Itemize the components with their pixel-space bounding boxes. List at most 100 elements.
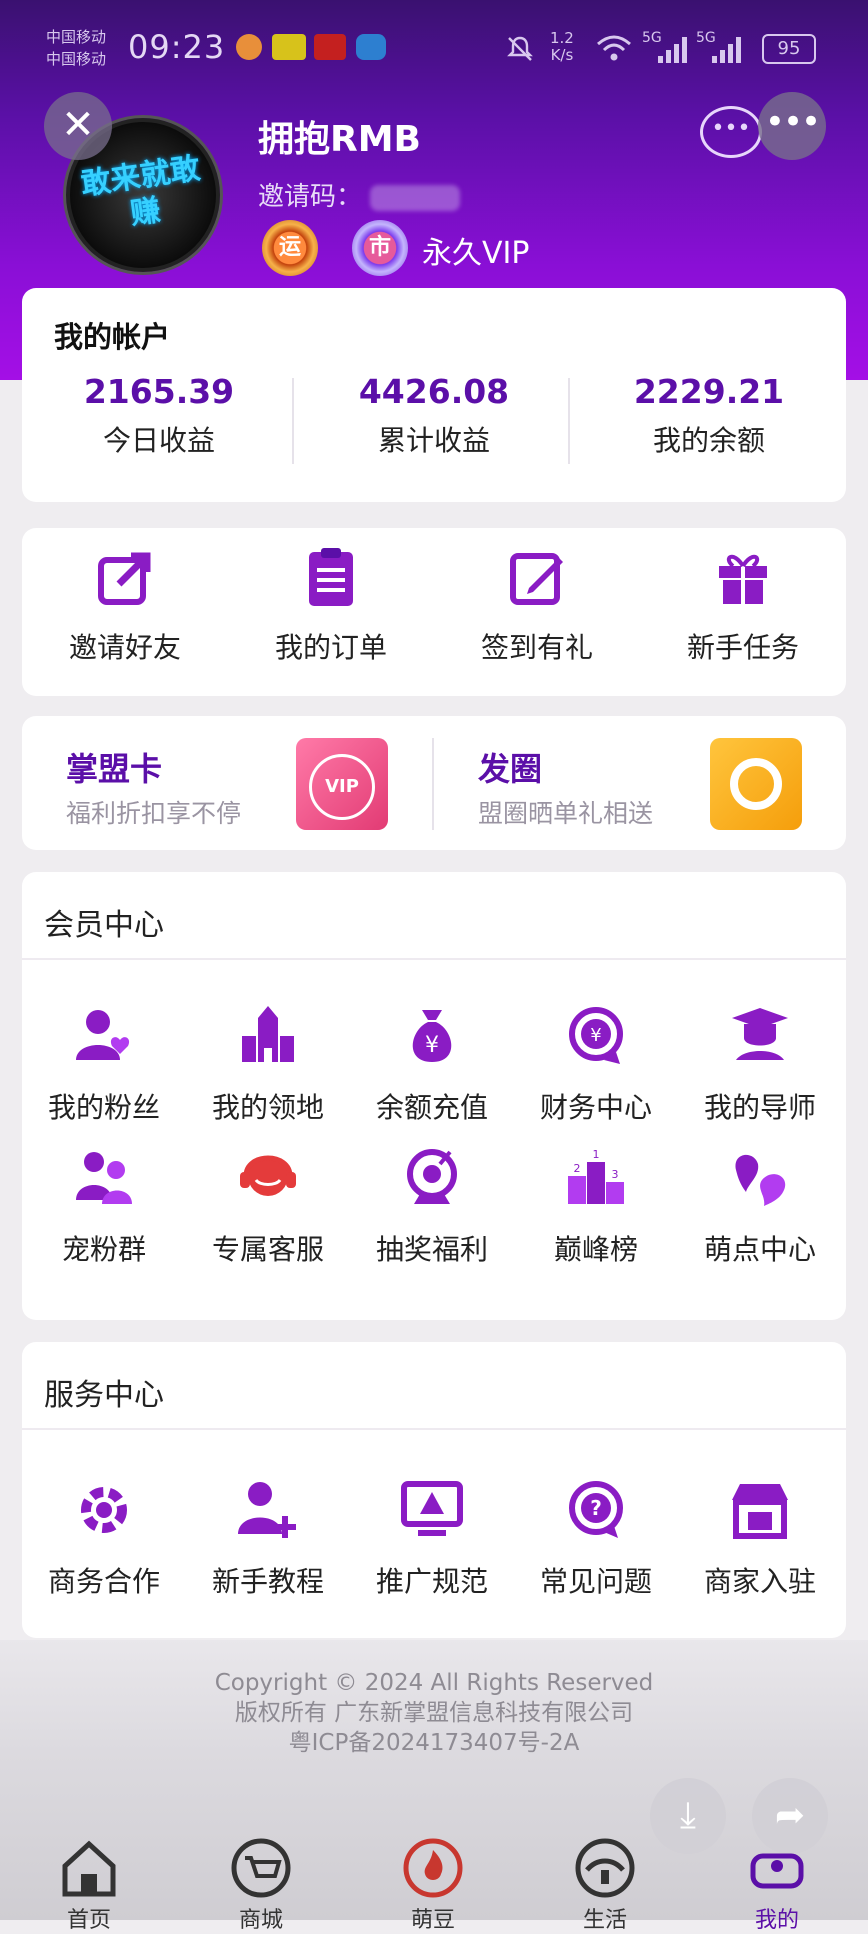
stat-label: 我的余额: [652, 424, 765, 457]
account-card: 我的帐户 2165.39 今日收益 4426.08 累计收益 2229.21 我…: [22, 288, 846, 502]
my-mentor-button[interactable]: 我的导师: [678, 1004, 842, 1126]
app-notification-icon-2: [314, 34, 346, 60]
divider: [432, 738, 434, 830]
customer-service-icon: [240, 1155, 296, 1196]
castle-icon: [242, 1006, 294, 1062]
grid-item-label: 财务中心: [539, 1091, 652, 1124]
faq-button[interactable]: ? 常见问题: [514, 1478, 678, 1600]
finance-icon: ¥: [569, 1007, 623, 1064]
stat-total-earnings[interactable]: 4426.08 累计收益: [297, 372, 571, 459]
warning-monitor-icon: [401, 1481, 463, 1536]
grid-item-label: 我的领地: [211, 1091, 324, 1124]
fans-icon: [76, 1010, 130, 1060]
carrier-2: 中国移动: [46, 50, 107, 68]
tab-profile[interactable]: 我的: [722, 1836, 832, 1934]
copyright-text: Copyright © 2024 All Rights Reserved: [214, 1670, 654, 1696]
divider: [22, 958, 846, 960]
account-title: 我的帐户: [54, 320, 171, 354]
vip-badge-text: VIP: [309, 754, 375, 820]
leaderboard-button[interactable]: 1 2 3 巅峰榜: [514, 1146, 678, 1268]
grid-item-label: 我的导师: [703, 1091, 816, 1124]
stat-label: 今日收益: [102, 424, 215, 457]
beginner-tutorial-button[interactable]: 新手教程: [186, 1478, 350, 1600]
grid-item-label: 萌点中心: [703, 1233, 816, 1266]
promo-subtitle: 盟圈晒单礼相送: [478, 799, 654, 828]
ranking-icon: 1 2 3: [568, 1148, 624, 1204]
app-notification-icon: [272, 34, 306, 60]
service-center-card: 服务中心 商务合作 新手教程 推广规范 ? 常见问题 商家入驻: [22, 1342, 846, 1638]
copyright-block: Copyright © 2024 All Rights Reserved 版权所…: [0, 1668, 868, 1758]
username: 拥抱RMB: [258, 119, 421, 160]
merchant-join-button[interactable]: 商家入驻: [678, 1478, 842, 1600]
finance-center-button[interactable]: ¥ 财务中心: [514, 1004, 678, 1126]
level-badge-1: 运: [262, 220, 318, 276]
section-title: 服务中心: [44, 1378, 164, 1413]
tab-beans[interactable]: 萌豆: [378, 1836, 488, 1934]
points-center-button[interactable]: 萌点中心: [678, 1146, 842, 1268]
promo-subtitle: 福利折扣享不停: [66, 799, 242, 828]
stat-balance[interactable]: 2229.21 我的余额: [572, 372, 846, 459]
fan-group-button[interactable]: 宠粉群: [22, 1146, 186, 1268]
customer-service-button[interactable]: 专属客服: [186, 1146, 350, 1268]
grid-item-label: 专属客服: [211, 1233, 324, 1266]
svg-text:3: 3: [612, 1168, 619, 1181]
cart-icon: [231, 1838, 291, 1898]
tab-mall[interactable]: 商城: [206, 1836, 316, 1934]
divider: [568, 378, 570, 464]
grid-item-label: 巅峰榜: [553, 1233, 638, 1266]
balance-recharge-button[interactable]: ¥ 余额充值: [350, 1004, 514, 1126]
tab-label: 首页: [66, 1908, 111, 1933]
svg-text:1: 1: [593, 1148, 600, 1161]
icp-text: 粤ICP备2024173407号-2A: [288, 1730, 580, 1756]
lottery-button[interactable]: 抽奖福利: [350, 1146, 514, 1268]
add-user-icon: [238, 1482, 296, 1538]
net-speed-value: 1.2: [550, 29, 574, 47]
svg-text:¥: ¥: [425, 1033, 439, 1058]
wifi-icon: [597, 35, 631, 61]
flame-icon: [403, 1838, 463, 1898]
grid-item-label: 抽奖福利: [375, 1233, 488, 1266]
mentor-icon: [732, 1008, 788, 1060]
profile-icon: [750, 1853, 804, 1889]
money-bag-icon: ¥: [412, 1010, 452, 1062]
tab-life[interactable]: 生活: [550, 1836, 660, 1934]
quick-action-label: 签到有礼: [480, 631, 593, 664]
stat-label: 累计收益: [377, 424, 490, 457]
more-options-button[interactable]: •••: [758, 92, 826, 160]
my-territory-button[interactable]: 我的领地: [186, 1004, 350, 1126]
question-icon: ?: [569, 1481, 623, 1538]
carrier-1: 中国移动: [46, 28, 107, 46]
tab-label: 萌豆: [410, 1908, 455, 1933]
tab-label: 商城: [238, 1908, 283, 1933]
newbie-tasks-button[interactable]: 新手任务: [640, 546, 846, 666]
promotion-rules-button[interactable]: 推广规范: [350, 1478, 514, 1600]
grid-item-label: 宠粉群: [61, 1233, 146, 1266]
edit-icon: [510, 553, 563, 605]
my-fans-button[interactable]: 我的粉丝: [22, 1004, 186, 1126]
tab-label: 我的: [754, 1908, 799, 1933]
stat-today-earnings[interactable]: 2165.39 今日收益: [22, 372, 296, 459]
signal-bars-icon-2: [712, 37, 741, 63]
signal-bars-icon: [658, 37, 687, 63]
business-cooperation-button[interactable]: 商务合作: [22, 1478, 186, 1600]
vip-status: 永久VIP: [422, 236, 530, 271]
invite-friends-button[interactable]: 邀请好友: [22, 546, 228, 666]
grid-item-label: 余额充值: [375, 1091, 488, 1124]
level-badge-2: 市: [352, 220, 408, 276]
close-button[interactable]: ✕: [44, 92, 112, 160]
tab-home[interactable]: 首页: [34, 1836, 144, 1934]
quick-action-label: 新手任务: [686, 631, 799, 664]
vip-card-icon: VIP: [296, 738, 388, 830]
check-in-button[interactable]: 签到有礼: [434, 546, 640, 666]
grid-item-label: 商家入驻: [703, 1565, 816, 1598]
stat-value: 2165.39: [83, 372, 235, 411]
status-time: 09:23: [128, 28, 226, 66]
invite-code: 邀请码：: [258, 176, 461, 213]
promo-title: 掌盟卡: [66, 750, 163, 788]
carrier-info: 中国移动 中国移动: [46, 26, 106, 70]
my-orders-button[interactable]: 我的订单: [228, 546, 434, 666]
message-icon[interactable]: •••: [700, 106, 762, 158]
member-center-card: 会员中心 我的粉丝 我的领地 ¥ 余额充值 ¥ 财务中心 我的导师 宠粉群 专属…: [22, 872, 846, 1320]
net-speed: 1.2 K/s: [550, 30, 574, 64]
svg-text:¥: ¥: [590, 1025, 601, 1046]
